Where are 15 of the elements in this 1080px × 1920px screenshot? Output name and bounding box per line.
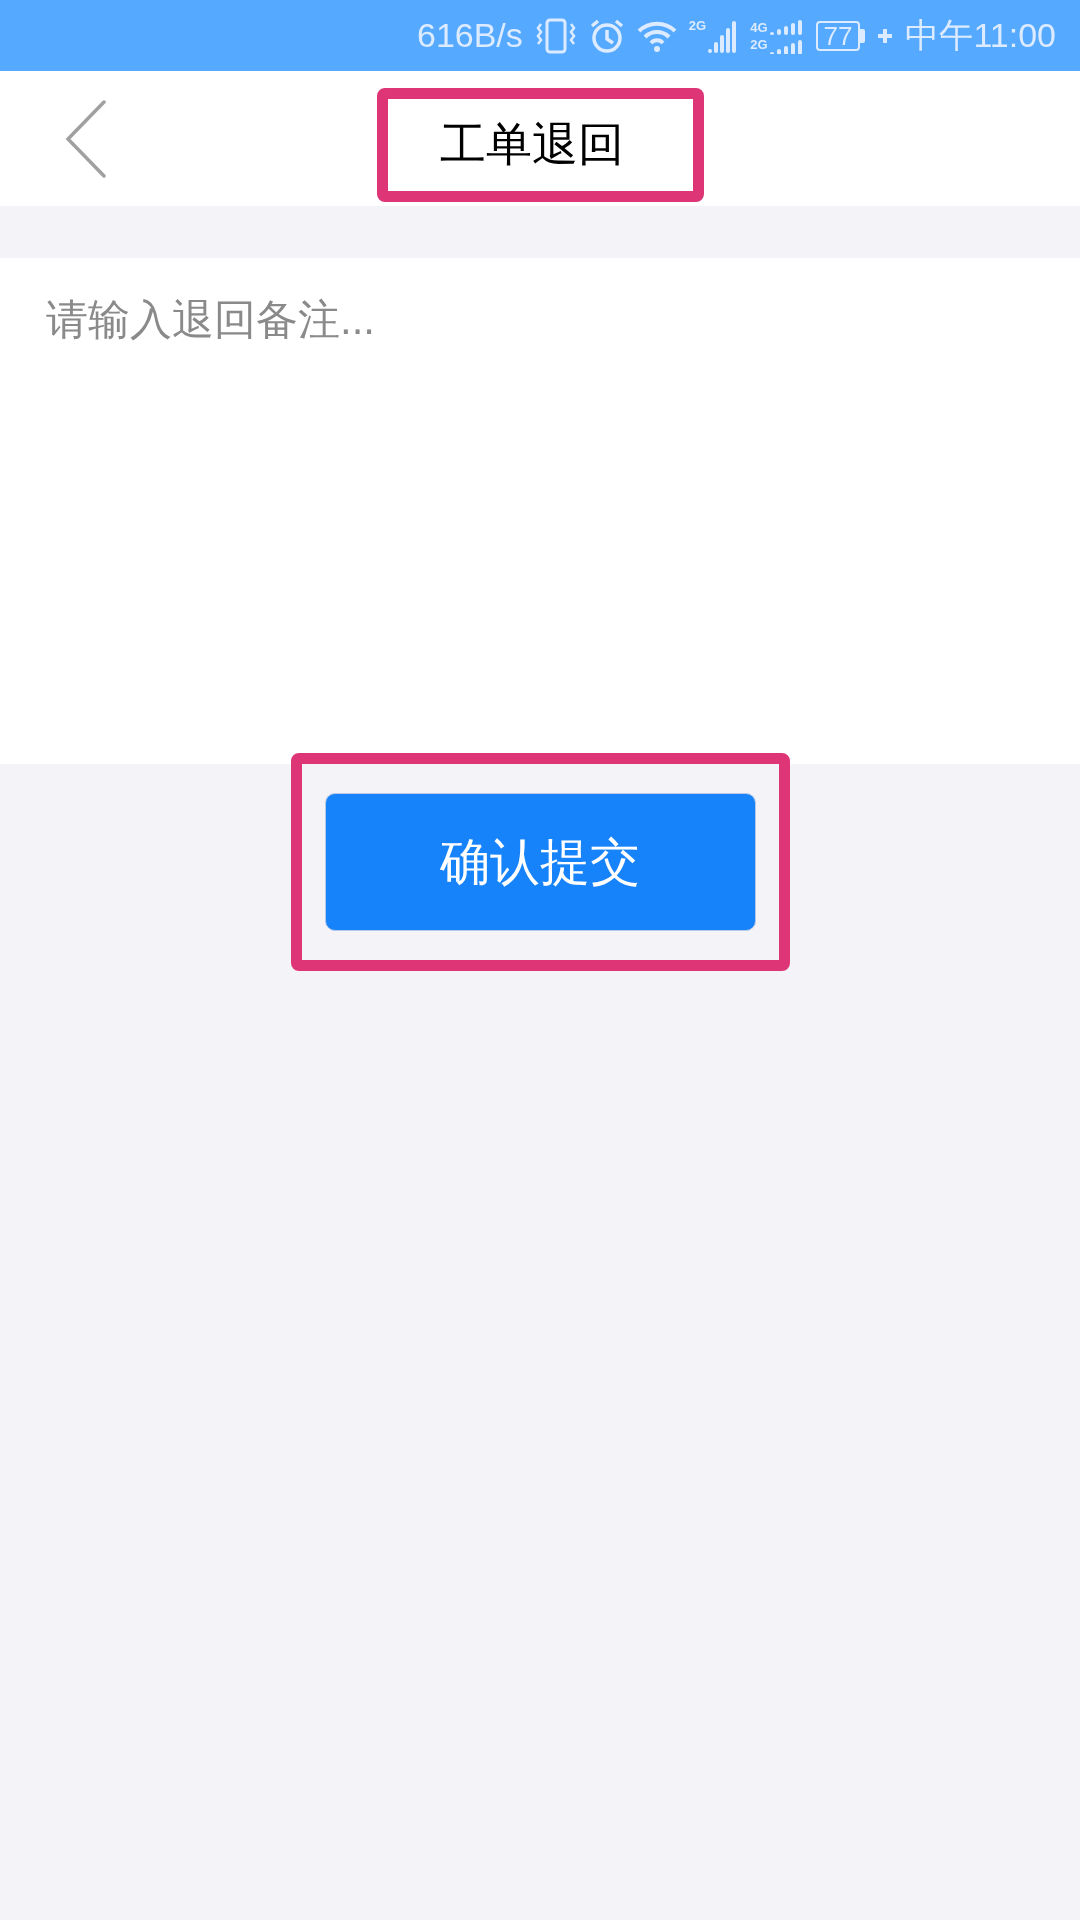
back-chevron-icon [64, 100, 106, 178]
alarm-icon [588, 17, 625, 54]
clock-time: 中午11:00 [905, 15, 1056, 56]
input-field[interactable]: 请输入退回备注... [0, 258, 1080, 764]
charging-icon [877, 27, 894, 44]
wifi-icon [636, 19, 677, 52]
network-type-label: 4G [750, 20, 768, 34]
vibrate-icon [534, 17, 577, 54]
submit-button[interactable]: 确认提交 [324, 793, 756, 931]
signal-icon [708, 18, 739, 53]
network-type-label: 2G [750, 37, 768, 51]
page-title: 工单退回 [440, 117, 624, 172]
dual-signal-icon [769, 17, 804, 54]
network-speed: 616B/s [416, 15, 523, 56]
network-type-label: 2G [688, 18, 707, 32]
